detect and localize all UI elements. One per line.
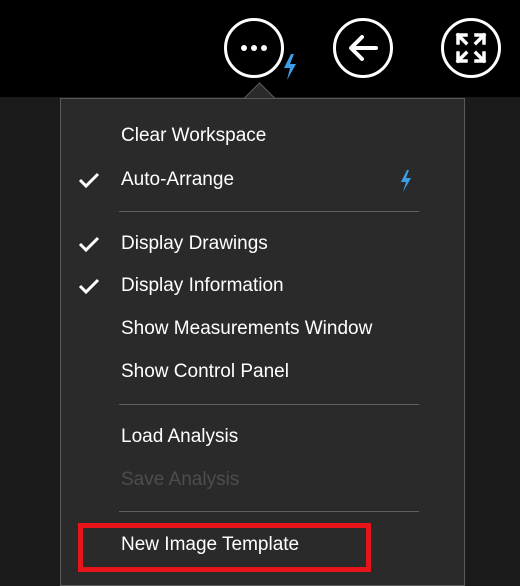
checkmark-icon [78, 172, 100, 189]
menu-item-display-information[interactable]: Display Information [61, 268, 464, 304]
menu-separator [119, 211, 419, 212]
menu-item-show-measurements-window[interactable]: Show Measurements Window [61, 311, 464, 347]
fullscreen-button[interactable] [441, 18, 501, 78]
fullscreen-icon [455, 32, 487, 64]
menu-item-auto-arrange[interactable]: Auto-Arrange [61, 162, 464, 198]
lightning-bolt-icon [401, 170, 411, 192]
menu-item-label: Show Measurements Window [121, 318, 373, 339]
menu-separator [119, 511, 419, 512]
menu-item-label: Display Drawings [121, 233, 268, 254]
checkmark-icon [78, 278, 100, 295]
more-options-icon [241, 45, 267, 51]
back-arrow-icon [349, 35, 378, 61]
menu-separator [119, 404, 419, 405]
menu-item-clear-workspace[interactable]: Clear Workspace [61, 118, 464, 154]
menu-item-show-control-panel[interactable]: Show Control Panel [61, 354, 464, 390]
back-button[interactable] [333, 18, 393, 78]
menu-item-load-analysis[interactable]: Load Analysis [61, 419, 464, 455]
menu-item-label: Save Analysis [121, 469, 240, 490]
checkmark-icon [78, 236, 100, 253]
menu-item-label: Auto-Arrange [121, 169, 235, 190]
menu-item-label: Display Information [121, 275, 284, 296]
menu-item-label: Load Analysis [121, 426, 239, 447]
options-menu: Clear Workspace Auto-Arrange Display Dra… [60, 98, 465, 586]
more-options-button[interactable] [224, 18, 284, 78]
menu-item-label: Clear Workspace [121, 125, 267, 146]
highlight-box [78, 523, 371, 572]
menu-item-label: Show Control Panel [121, 361, 289, 382]
lightning-bolt-icon [284, 54, 296, 80]
menu-item-save-analysis: Save Analysis [61, 462, 464, 498]
menu-item-display-drawings[interactable]: Display Drawings [61, 226, 464, 262]
